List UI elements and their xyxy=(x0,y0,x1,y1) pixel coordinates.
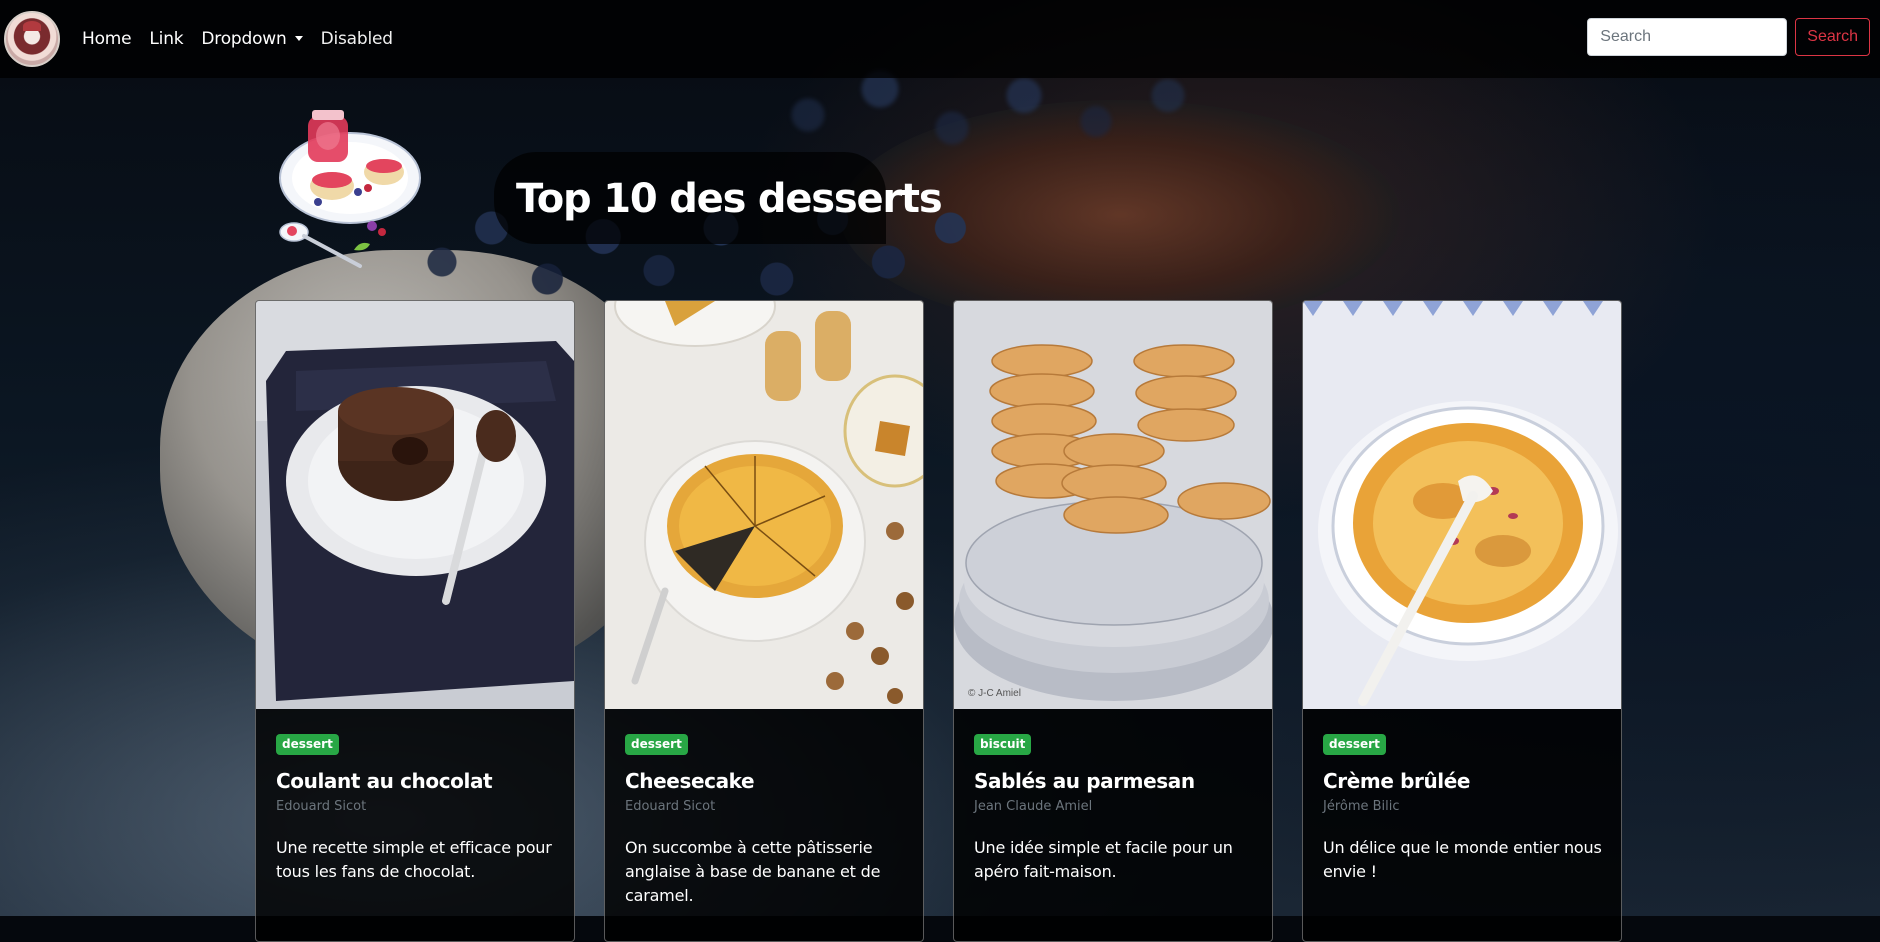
card-title[interactable]: Coulant au chocolat xyxy=(276,769,556,793)
card-author: Jérôme Bilic xyxy=(1323,799,1400,814)
card-description: Une recette simple et efficace pour tous… xyxy=(276,838,552,881)
card-title[interactable]: Crème brûlée xyxy=(1323,769,1603,793)
brand-logo[interactable] xyxy=(4,11,60,67)
hero-title-box: Top 10 des desserts xyxy=(494,152,943,244)
card-body: biscuit Sablés au parmesan Jean Claude A… xyxy=(974,733,1254,884)
card-description: On succombe à cette pâtisserie anglaise … xyxy=(625,838,881,905)
navbar: Home Link Dropdown Disabled Search xyxy=(0,0,1880,78)
search-form: Search xyxy=(1587,18,1870,56)
nav-link-home[interactable]: Home xyxy=(82,29,132,49)
category-badge: dessert xyxy=(1323,734,1386,755)
card-body: dessert Cheesecake Edouard Sicot On succ… xyxy=(625,733,905,908)
card-body: dessert Crème brûlée Jérôme Bilic Un dél… xyxy=(1323,733,1603,884)
card-title[interactable]: Sablés au parmesan xyxy=(974,769,1254,793)
nav-link-disabled: Disabled xyxy=(320,29,393,49)
nav-links: Home Link Dropdown Disabled xyxy=(82,29,411,49)
card-body: dessert Coulant au chocolat Edouard Sico… xyxy=(276,733,556,884)
card-creme-brulee[interactable]: dessert Crème brûlée Jérôme Bilic Un dél… xyxy=(1302,300,1622,942)
search-button[interactable]: Search xyxy=(1795,18,1870,56)
card-coulant-au-chocolat[interactable]: dessert Coulant au chocolat Edouard Sico… xyxy=(255,300,575,942)
card-image-cheesecake xyxy=(605,301,923,709)
page-title: Top 10 des desserts xyxy=(516,176,943,222)
card-image-coulant xyxy=(256,301,574,709)
card-author: Jean Claude Amiel xyxy=(974,799,1093,814)
card-image-creme-brulee xyxy=(1303,301,1621,709)
category-badge: biscuit xyxy=(974,734,1032,755)
card-author: Edouard Sicot xyxy=(276,799,367,814)
card-description: Une idée simple et facile pour un apéro … xyxy=(974,838,1233,881)
card-description: Un délice que le monde entier nous envie… xyxy=(1323,838,1602,881)
category-badge: dessert xyxy=(625,734,688,755)
card-sables-au-parmesan[interactable]: © J-C Amiel biscuit Sablés au parmesan J… xyxy=(953,300,1273,942)
photo-credit: © J-C Amiel xyxy=(968,688,1021,699)
nav-dropdown[interactable]: Dropdown xyxy=(201,29,303,49)
nav-link-link[interactable]: Link xyxy=(149,29,183,49)
search-input[interactable] xyxy=(1587,18,1788,56)
dessert-illustration xyxy=(272,108,422,273)
nav-dropdown-label: Dropdown xyxy=(201,29,287,49)
card-author: Edouard Sicot xyxy=(625,799,716,814)
caret-down-icon xyxy=(294,36,303,41)
card-cheesecake[interactable]: dessert Cheesecake Edouard Sicot On succ… xyxy=(604,300,924,942)
card-title[interactable]: Cheesecake xyxy=(625,769,905,793)
category-badge: dessert xyxy=(276,734,339,755)
card-image-sables: © J-C Amiel xyxy=(954,301,1272,709)
